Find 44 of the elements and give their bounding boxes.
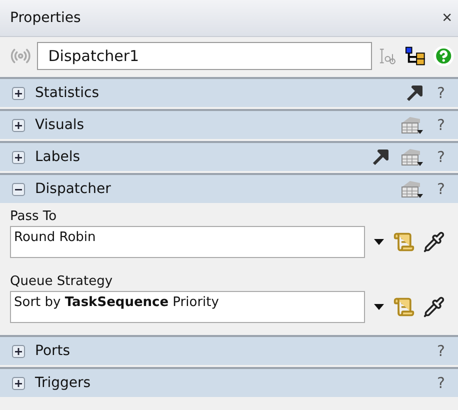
- help-mark[interactable]: ?: [434, 84, 448, 102]
- help-mark[interactable]: ?: [434, 374, 448, 392]
- table-icon[interactable]: [400, 115, 424, 135]
- section-title: Labels: [35, 149, 82, 165]
- expand-icon[interactable]: [12, 344, 25, 358]
- section-header[interactable]: Ports ?: [0, 335, 458, 365]
- help-mark[interactable]: ?: [434, 342, 448, 360]
- close-button[interactable]: ×: [442, 8, 452, 28]
- collapse-icon[interactable]: [12, 182, 25, 196]
- dropdown-field[interactable]: Sort by TaskSequence Priority: [10, 291, 365, 323]
- section-header[interactable]: Triggers ?: [0, 367, 458, 397]
- section-header[interactable]: Visuals ?: [0, 109, 458, 139]
- help-mark[interactable]: ?: [434, 148, 448, 166]
- field-label: Queue Strategy: [9, 273, 114, 291]
- table-icon[interactable]: [400, 147, 424, 167]
- eyedropper-icon[interactable]: [423, 296, 445, 318]
- help-icon[interactable]: [432, 45, 454, 67]
- panel-title: Properties: [10, 10, 81, 26]
- scroll-icon[interactable]: [393, 296, 415, 318]
- dropdown-caret-icon[interactable]: [373, 238, 385, 246]
- section-title: Triggers: [35, 375, 92, 391]
- section-header[interactable]: Labels ?: [0, 141, 458, 171]
- section-title: Statistics: [35, 85, 100, 101]
- section-title: Visuals: [35, 117, 86, 133]
- table-icon[interactable]: [400, 179, 424, 199]
- section-header[interactable]: Statistics ?: [0, 77, 458, 107]
- field-label: Pass To: [9, 208, 58, 226]
- expand-icon[interactable]: [12, 86, 25, 100]
- section-title: Ports: [35, 343, 72, 359]
- name-field[interactable]: Dispatcher1: [37, 42, 372, 70]
- expand-icon[interactable]: [12, 376, 25, 390]
- arrow-icon[interactable]: [372, 148, 390, 166]
- scroll-icon[interactable]: [393, 231, 415, 253]
- arrow-icon[interactable]: [406, 84, 424, 102]
- section-header[interactable]: Dispatcher ?: [0, 173, 458, 203]
- tree-icon[interactable]: [405, 46, 427, 66]
- help-mark[interactable]: ?: [434, 180, 448, 198]
- section-title: Dispatcher: [35, 181, 112, 197]
- dropdown-caret-icon[interactable]: [373, 303, 385, 311]
- expand-icon[interactable]: [12, 150, 25, 164]
- eyedropper-icon[interactable]: [423, 231, 445, 253]
- dropdown-field[interactable]: Round Robin: [10, 226, 365, 258]
- help-mark[interactable]: ?: [434, 116, 448, 134]
- expand-icon[interactable]: [12, 118, 25, 132]
